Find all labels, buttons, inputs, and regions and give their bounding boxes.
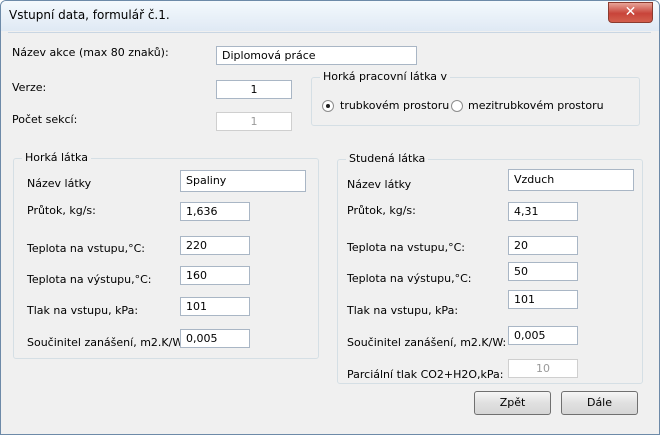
form-body: Název akce (max 80 znaků): Diplomová prá… — [8, 32, 651, 428]
cold-pressure-input[interactable]: 101 — [508, 290, 578, 309]
cold-fluid-legend: Studená látka — [346, 152, 429, 165]
hot-pressure-input[interactable]: 101 — [180, 297, 250, 316]
close-icon: ✕ — [624, 4, 637, 20]
cold-pressure-label: Tlak na vstupu, kPa: — [347, 304, 459, 317]
dialog-window: Vstupní data, formulář č.1. ✕ Název akce… — [0, 0, 660, 435]
hot-pressure-label: Tlak na vstupu, kPa: — [27, 304, 139, 317]
hot-fluid-location-group: Horká pracovní látka v trubkovém prostor… — [311, 70, 640, 126]
sections-input: 1 — [216, 112, 292, 131]
title-bar[interactable]: Vstupní data, formulář č.1. ✕ — [1, 1, 659, 31]
cold-temp-out-label: Teplota na výstupu,°C: — [347, 272, 472, 285]
back-button[interactable]: Zpět — [474, 391, 551, 415]
partial-pressure-input: 10 — [508, 359, 578, 378]
project-name-input[interactable]: Diplomová práce — [216, 46, 417, 65]
tube-space-radio[interactable] — [322, 100, 334, 112]
cold-temp-in-input[interactable]: 20 — [508, 236, 578, 255]
project-name-label: Název akce (max 80 znaků): — [12, 46, 169, 59]
shell-space-label[interactable]: mezitrubkovém prostoru — [468, 99, 604, 112]
cold-fouling-label: Součinitel zanášení, m2.K/W: — [347, 336, 507, 349]
cold-name-input[interactable]: Vzduch — [508, 169, 634, 191]
version-input[interactable]: 1 — [216, 80, 292, 99]
hot-temp-in-input[interactable]: 220 — [180, 236, 250, 255]
next-button[interactable]: Dále — [561, 391, 638, 415]
hot-temp-in-label: Teplota na vstupu,°C: — [27, 242, 146, 255]
hot-flow-input[interactable]: 1,636 — [180, 202, 250, 221]
close-button[interactable]: ✕ — [608, 2, 653, 23]
sections-label: Počet sekcí: — [12, 113, 78, 126]
hot-name-label: Název látky — [27, 177, 92, 190]
cold-flow-input[interactable]: 4,31 — [508, 202, 578, 221]
version-label: Verze: — [12, 81, 47, 94]
hot-fouling-input[interactable]: 0,005 — [180, 329, 250, 348]
hot-fluid-legend: Horká látka — [22, 151, 91, 164]
hot-temp-out-label: Teplota na výstupu,°C: — [27, 273, 152, 286]
cold-fluid-group: Studená látka Název látky Vzduch Průtok,… — [337, 152, 643, 384]
shell-space-radio[interactable] — [451, 100, 463, 112]
partial-pressure-label: Parciální tlak CO2+H2O,kPa: — [347, 368, 504, 381]
hot-fouling-label: Součinitel zanášení, m2.K/W: — [27, 336, 187, 349]
cold-name-label: Název látky — [347, 178, 412, 191]
cold-flow-label: Průtok, kg/s: — [347, 204, 416, 217]
cold-fouling-input[interactable]: 0,005 — [508, 326, 578, 345]
hot-temp-out-input[interactable]: 160 — [180, 266, 250, 285]
cold-temp-in-label: Teplota na vstupu,°C: — [347, 241, 466, 254]
window-title: Vstupní data, formulář č.1. — [9, 8, 170, 22]
hot-name-input[interactable]: Spaliny — [180, 170, 306, 192]
cold-temp-out-input[interactable]: 50 — [508, 262, 578, 281]
hot-fluid-group: Horká látka Název látky Spaliny Průtok, … — [13, 151, 319, 359]
tube-space-label[interactable]: trubkovém prostoru — [340, 99, 449, 112]
hot-fluid-location-legend: Horká pracovní látka v — [320, 70, 451, 83]
hot-flow-label: Průtok, kg/s: — [27, 204, 96, 217]
